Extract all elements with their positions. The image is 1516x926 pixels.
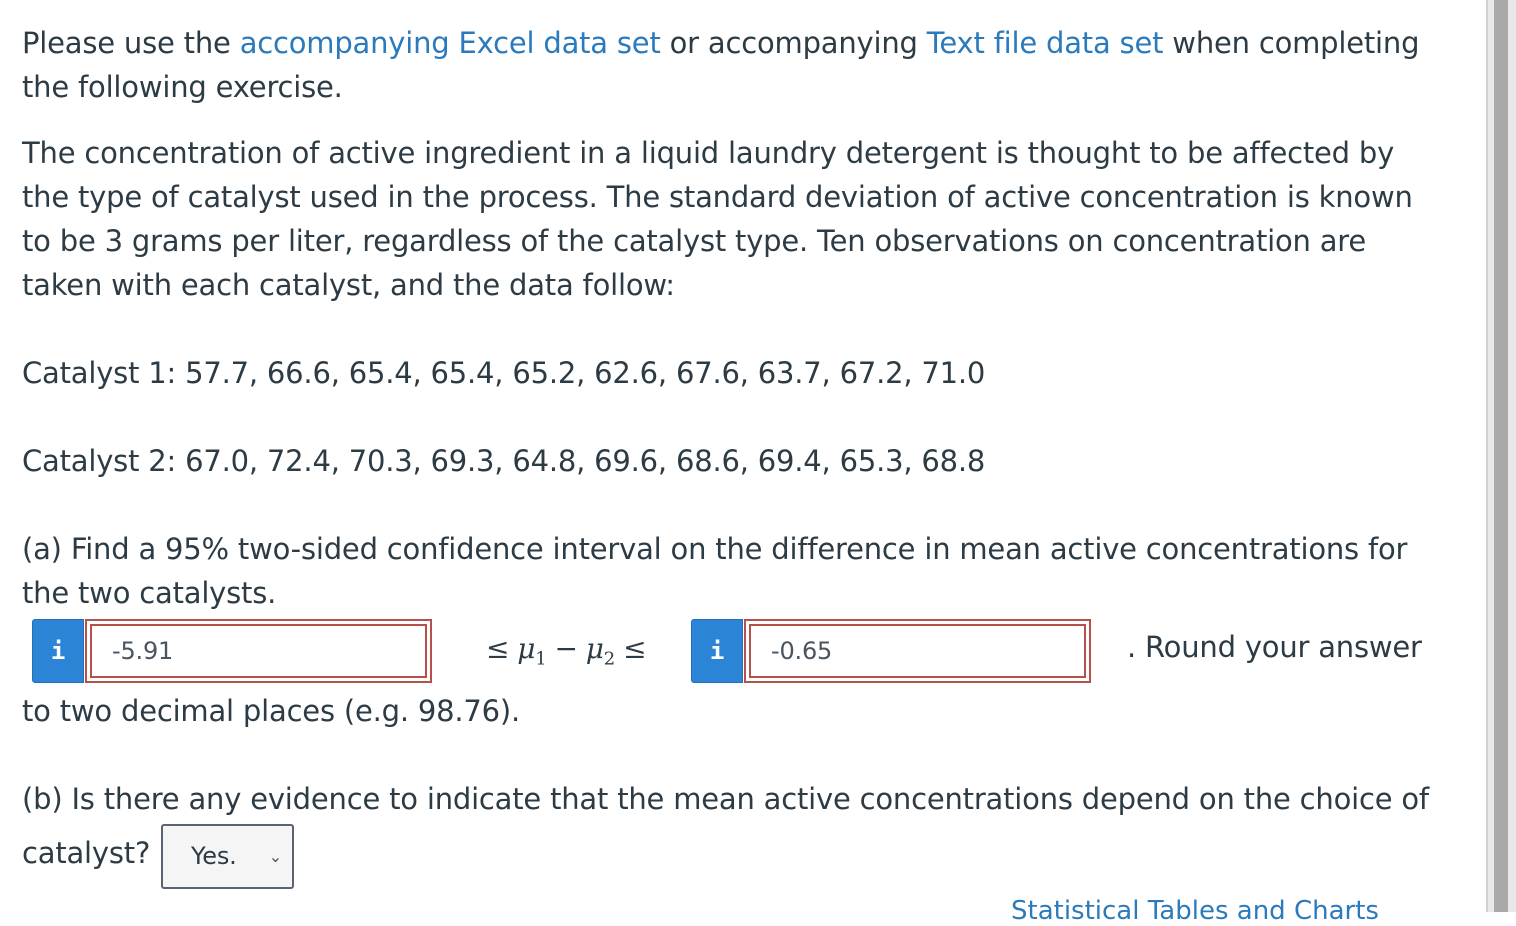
- statistical-tables-link[interactable]: Statistical Tables and Charts: [1011, 896, 1379, 926]
- mu-1-subscript: 1: [535, 648, 547, 670]
- upper-bound-info-button[interactable]: i: [691, 619, 743, 683]
- upper-bound-input[interactable]: -0.65: [749, 624, 1086, 678]
- problem-statement: The concentration of active ingredient i…: [22, 136, 1413, 302]
- chevron-down-icon: ⌄: [268, 847, 282, 866]
- evidence-select-value: Yes.: [191, 842, 237, 870]
- confidence-interval-row: i -5.91 ≤ μ1− μ2 ≤ i -0.65 . Round your ans…: [32, 619, 1452, 685]
- mu-2: μ: [585, 632, 604, 665]
- intro-before: Please use the: [22, 26, 240, 60]
- lower-bound-info-button[interactable]: i: [32, 619, 84, 683]
- le-symbol-2: ≤: [623, 632, 647, 665]
- excel-data-link[interactable]: accompanying Excel data set: [240, 26, 661, 60]
- evidence-select[interactable]: Yes. ⌄: [161, 824, 294, 889]
- mu-2-subscript: 2: [603, 648, 616, 670]
- part-b-question-line2: catalyst?: [22, 836, 151, 870]
- round-instruction-2: to two decimal places (e.g. 98.76).: [22, 694, 521, 728]
- le-symbol-1: ≤: [486, 632, 510, 665]
- mu-1: μ: [517, 632, 536, 665]
- catalyst-1-data: Catalyst 1: 57.7, 66.6, 65.4, 65.4, 65.2…: [22, 356, 986, 390]
- intro-middle: or accompanying: [660, 26, 927, 60]
- intro-paragraph: Please use the accompanying Excel data s…: [22, 21, 1422, 109]
- lower-bound-answer-box[interactable]: -5.91: [85, 619, 432, 683]
- lower-bound-input[interactable]: -5.91: [90, 624, 427, 678]
- upper-bound-answer-box[interactable]: -0.65: [744, 619, 1091, 683]
- minus-symbol: −: [554, 632, 578, 665]
- part-b-question: (b) Is there any evidence to indicate th…: [22, 782, 1429, 816]
- catalyst-2-data: Catalyst 2: 67.0, 72.4, 70.3, 69.3, 64.8…: [22, 444, 986, 478]
- interval-expression: ≤ μ1− μ2 ≤: [478, 627, 654, 682]
- text-data-link[interactable]: Text file data set: [927, 26, 1164, 60]
- part-a-question: (a) Find a 95% two-sided confidence inte…: [22, 532, 1408, 610]
- vertical-scrollbar[interactable]: [1486, 0, 1516, 912]
- scrollbar-thumb[interactable]: [1494, 0, 1508, 912]
- round-instruction-1: . Round your answer: [1127, 630, 1422, 664]
